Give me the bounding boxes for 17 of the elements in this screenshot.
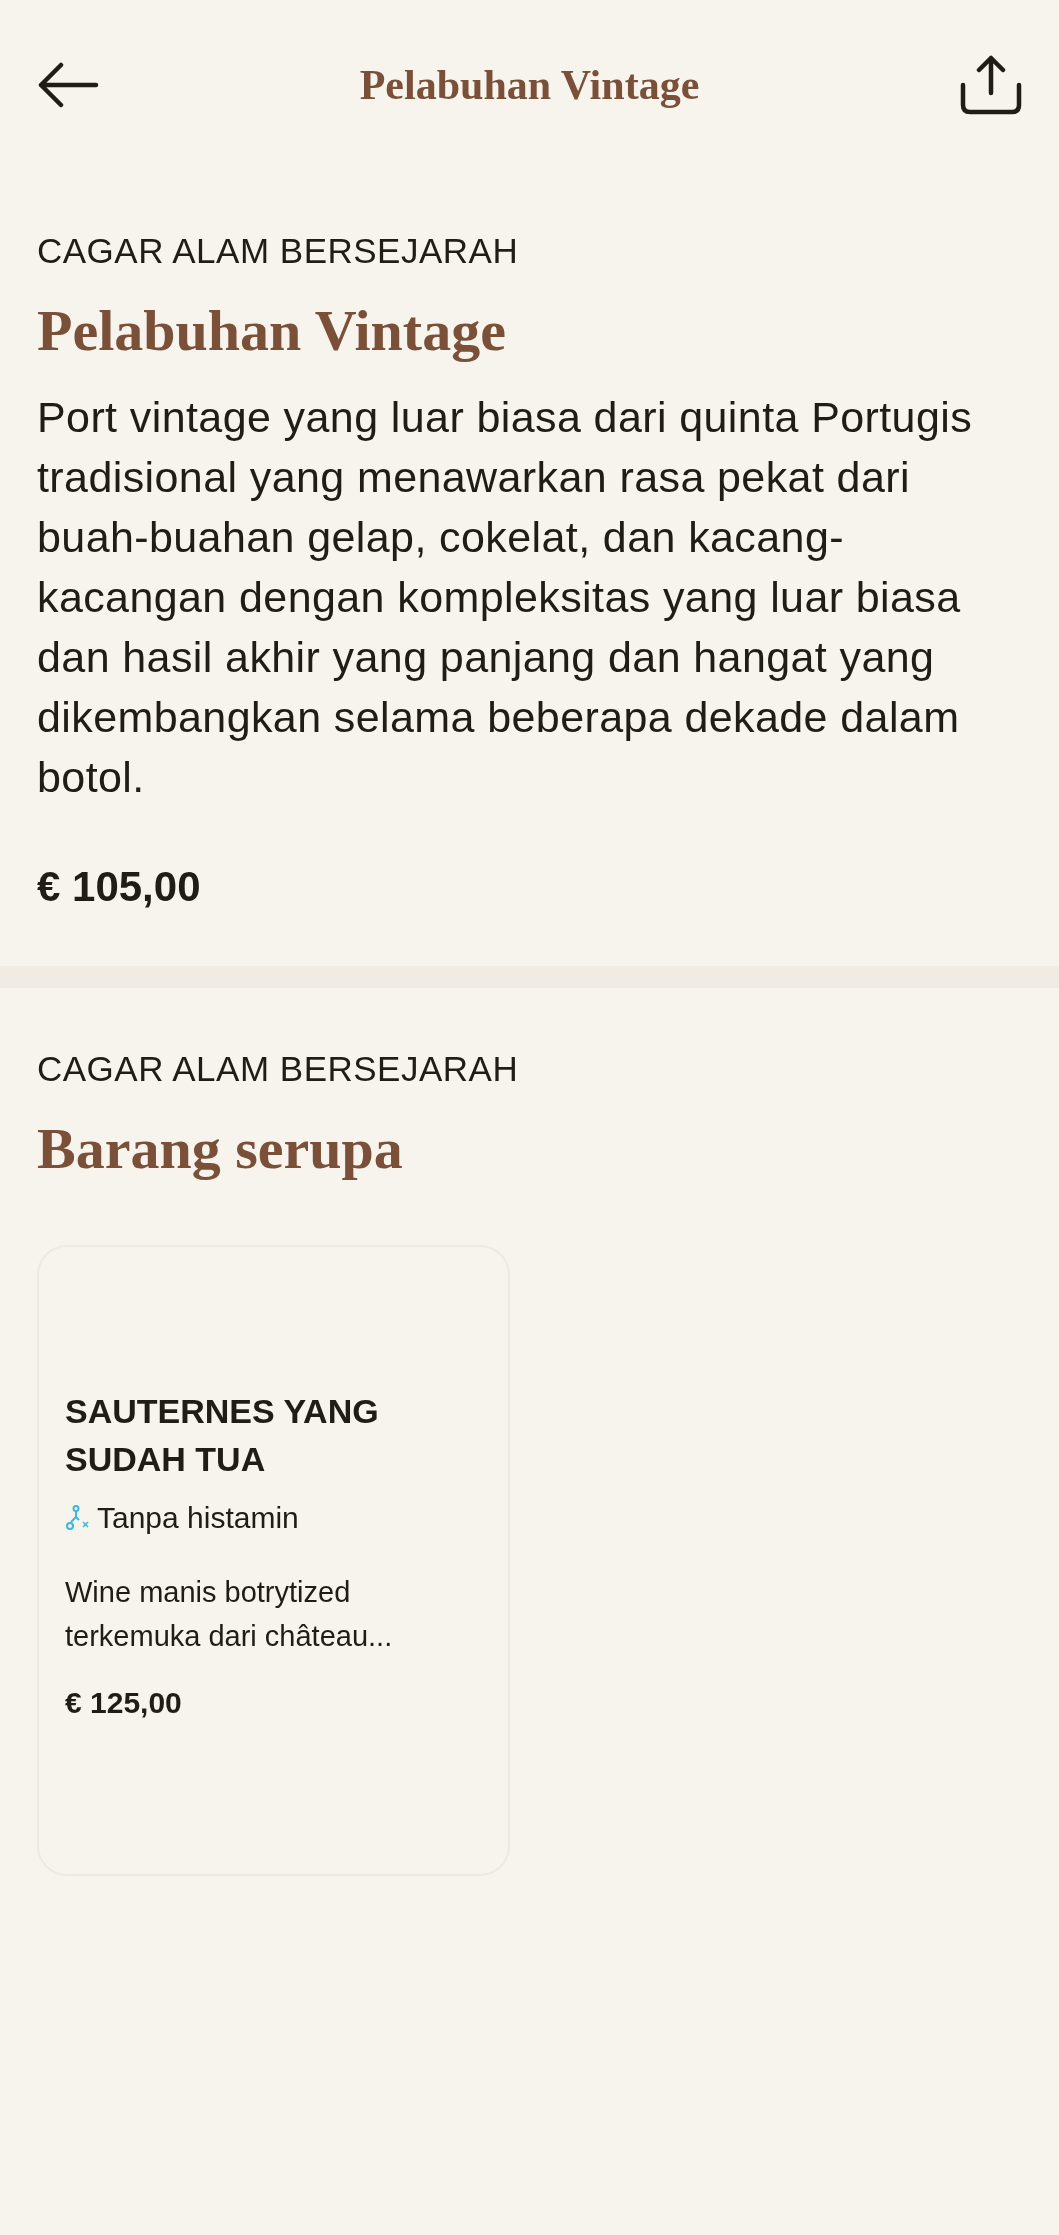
back-button[interactable] bbox=[37, 62, 99, 108]
card-title: SAUTERNES YANG SUDAH TUA bbox=[65, 1391, 380, 1481]
card-description: Wine manis botrytized terkemuka dari château... bbox=[65, 1575, 394, 1655]
product-card[interactable]: SAUTERNES YANG SUDAH TUA Tanpa histamin Wine manis botrytized terkemuka dari château... € 125,00 bbox=[37, 1245, 510, 1877]
back-arrow-icon bbox=[37, 62, 99, 108]
share-button[interactable] bbox=[960, 55, 1022, 115]
tag-label: Tanpa histamin bbox=[97, 1500, 299, 1537]
share-icon bbox=[960, 55, 1022, 115]
section-title: Barang serupa bbox=[37, 1114, 404, 1183]
category-label: CAGAR ALAM BERSEJARAH bbox=[37, 1048, 520, 1091]
page-title: Pelabuhan Vintage bbox=[359, 60, 700, 110]
card-price: € 125,00 bbox=[65, 1685, 183, 1722]
category-label: CAGAR ALAM BERSEJARAH bbox=[37, 230, 520, 272]
product-name: Pelabuhan Vintage bbox=[37, 296, 507, 365]
product-price: € 105,00 bbox=[37, 862, 202, 913]
molecule-icon bbox=[65, 1504, 89, 1531]
product-description: Port vintage yang luar biasa dari quinta Portugis tradisional yang menawarkan rasa pekat dari buah-buahan gelap, cokelat, dan kacang-kacangan dengan kompleksitas yang luar biasa dan hasil akhir yang panjang dan hangat yang dikembangkan selama beberapa dekade dalam botol. bbox=[37, 392, 974, 804]
